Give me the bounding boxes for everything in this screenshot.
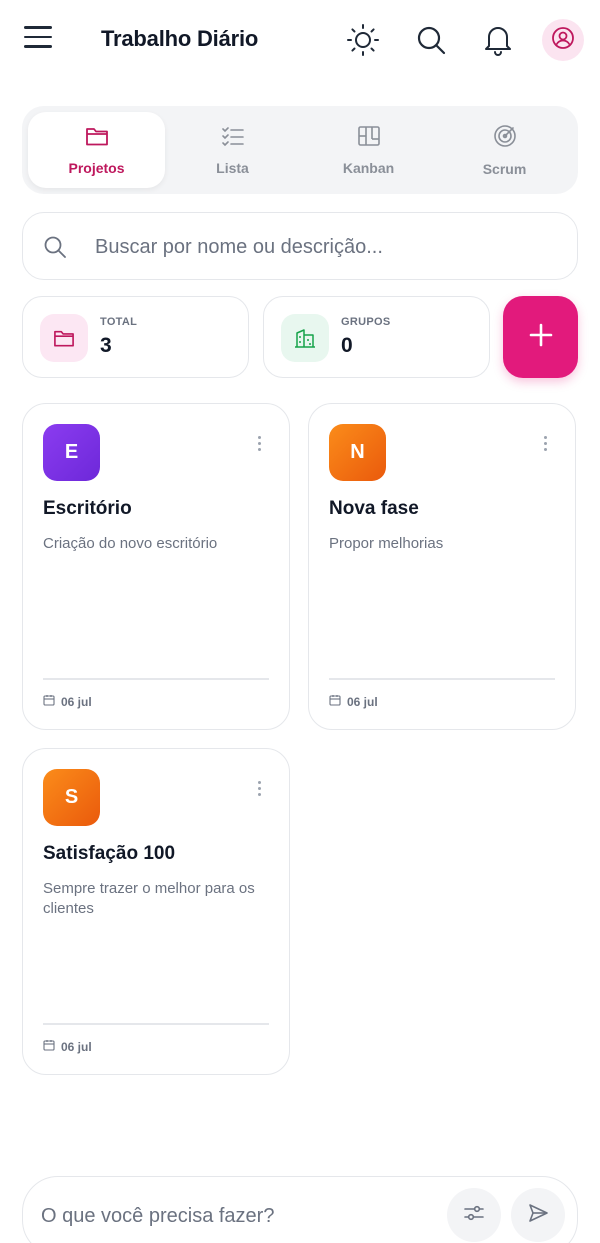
tab-scrum[interactable]: Scrum [436,112,573,188]
project-date: 06 jul [329,694,378,709]
add-project-button[interactable] [503,296,578,378]
stat-value: 3 [100,334,112,357]
tab-label: Kanban [342,159,395,176]
avatar[interactable] [542,19,584,61]
folder-icon [40,314,88,362]
stat-value: 0 [341,334,353,357]
building-icon [281,314,329,362]
more-options-icon[interactable] [249,775,269,801]
kanban-icon [357,125,381,152]
project-initial-badge: N [329,424,386,481]
plus-icon [528,322,554,353]
search-icon [43,235,67,264]
target-icon [493,124,517,153]
project-date: 06 jul [43,694,92,709]
more-options-icon[interactable] [249,430,269,456]
date-text: 06 jul [61,694,92,709]
send-button[interactable] [511,1188,565,1242]
checklist-icon [221,125,245,152]
project-card[interactable]: E Escritório Criação do novo escritório … [22,403,290,730]
project-description: Sempre trazer o melhor para os clientes [43,880,255,917]
stat-label: GRUPOS [341,316,391,328]
divider [43,1023,269,1025]
project-card[interactable]: S Satisfação 100 Sempre trazer o melhor … [22,748,290,1075]
project-description: Propor melhorias [329,535,444,552]
project-initial-badge: S [43,769,100,826]
app-header: Trabalho Diário [0,0,600,80]
project-title: Escritório [43,498,132,519]
project-title: Satisfação 100 [43,843,176,864]
sun-icon[interactable] [343,20,383,60]
bell-icon[interactable] [478,20,518,60]
view-tabs: Projetos Lista Kanban Scrum [22,106,578,194]
date-text: 06 jul [61,1039,92,1054]
filter-button[interactable] [447,1188,501,1242]
stat-groups: GRUPOS 0 [263,296,490,378]
project-initial-badge: E [43,424,100,481]
task-composer [22,1176,578,1243]
calendar-icon [43,1039,55,1054]
project-date: 06 jul [43,1039,92,1054]
more-options-icon[interactable] [535,430,555,456]
menu-icon[interactable] [24,26,54,54]
search-bar [22,212,578,280]
tab-kanban[interactable]: Kanban [300,112,437,188]
tab-label: Scrum [482,160,527,177]
send-icon [527,1202,549,1229]
search-input[interactable] [95,231,555,263]
search-icon[interactable] [411,20,451,60]
stat-label: TOTAL [100,316,138,328]
divider [329,678,555,680]
task-input[interactable] [41,1201,441,1231]
tab-projetos[interactable]: Projetos [28,112,165,188]
stat-total: TOTAL 3 [22,296,249,378]
calendar-icon [43,694,55,709]
project-description: Criação do novo escritório [43,535,218,552]
divider [43,678,269,680]
project-card[interactable]: N Nova fase Propor melhorias 06 jul [308,403,576,730]
folder-icon [85,125,109,152]
page-title: Trabalho Diário [101,26,259,51]
tab-label: Lista [216,159,249,176]
date-text: 06 jul [347,694,378,709]
tab-label: Projetos [68,159,125,176]
project-title: Nova fase [329,498,419,519]
calendar-icon [329,694,341,709]
user-icon [551,26,575,55]
tab-lista[interactable]: Lista [164,112,301,188]
sliders-icon [463,1202,485,1229]
